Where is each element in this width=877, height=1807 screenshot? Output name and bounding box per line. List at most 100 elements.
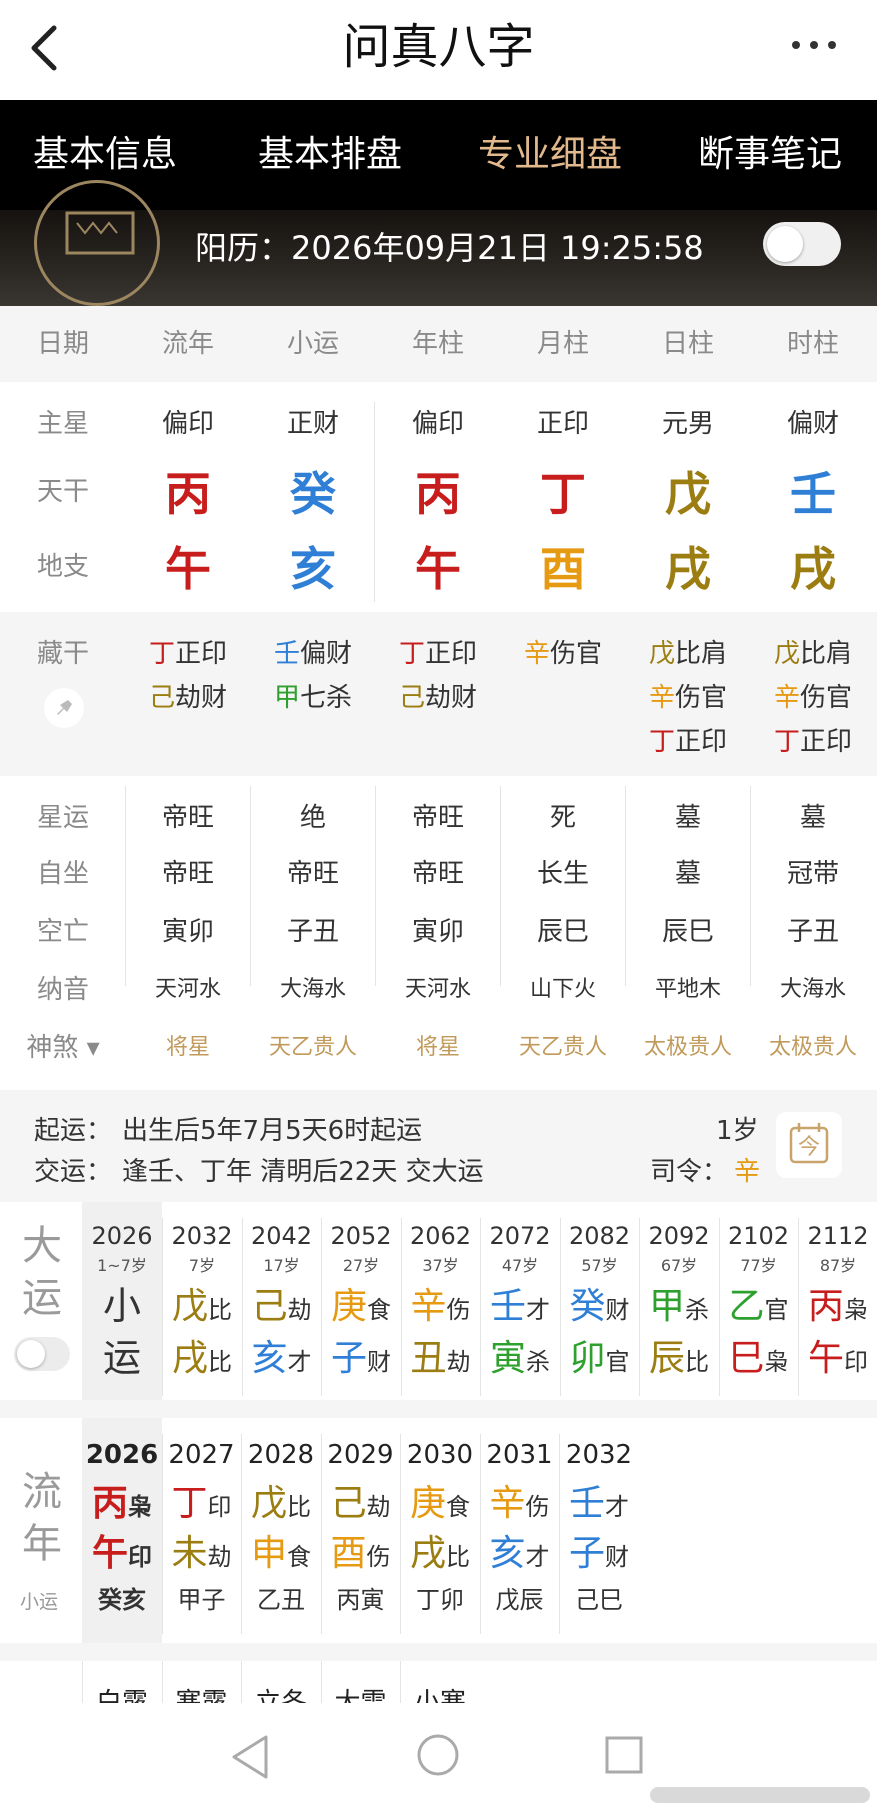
liunian-stem[interactable]: 壬才 — [559, 1480, 639, 1534]
dayun-stem[interactable]: 壬才 — [480, 1282, 560, 1338]
hidden-stem: 戊比肩 — [648, 639, 728, 669]
calendar-icon[interactable]: 今 — [776, 1112, 842, 1178]
siling-value: 辛 — [734, 1157, 761, 1187]
zizuo-cell: 冠带 — [786, 859, 839, 889]
dayun-year[interactable]: 2092 — [639, 1218, 719, 1254]
dayun-year[interactable]: 2082 — [560, 1218, 640, 1254]
row-label-shensha[interactable]: 神煞 ▾ — [0, 1026, 126, 1070]
more-dots-icon[interactable] — [786, 30, 846, 60]
dayun-branch[interactable]: 亥才 — [242, 1334, 322, 1390]
nav-home-icon[interactable] — [416, 1733, 460, 1777]
dayun-stem[interactable]: 己劫 — [242, 1282, 322, 1338]
dayun-branch[interactable]: 子财 — [321, 1334, 401, 1390]
liunian-xiaoyun: 丁卯 — [416, 1586, 464, 1614]
liunian-year[interactable]: 2029 — [321, 1434, 401, 1476]
dayun-year[interactable]: 2062 — [401, 1218, 481, 1254]
shensha-cell: 太极贵人 — [768, 1035, 857, 1060]
dayun-stem[interactable]: 辛伤 — [401, 1282, 481, 1338]
tab-basic-chart[interactable]: 基本排盘 — [230, 100, 430, 210]
row-label-xingyun: 星运 — [36, 803, 89, 833]
dayun-age: 67岁 — [660, 1256, 698, 1275]
jieqi-cell: 大雪 — [334, 1688, 387, 1705]
top-bar: 问真八字 — [0, 0, 877, 100]
kongwang-cell: 辰巳 — [661, 917, 714, 947]
liunian-year[interactable]: 2031 — [480, 1434, 560, 1476]
nav-back-icon[interactable] — [228, 1733, 272, 1781]
liunian-stem[interactable]: 丙枭 — [82, 1480, 162, 1534]
dayun-stem[interactable]: 癸财 — [560, 1282, 640, 1338]
liunian-stem[interactable]: 丁印 — [162, 1480, 242, 1534]
solar-date: 阳历：2026年09月21日 19:25:58 — [195, 229, 704, 267]
hidden-stem: 己劫财 — [148, 683, 228, 713]
xingyun-cell: 死 — [549, 803, 576, 833]
dayun-stem[interactable]: 庚食 — [321, 1282, 401, 1338]
liunian-branch[interactable]: 午印 — [82, 1530, 162, 1584]
liunian-year[interactable]: 2026 — [82, 1434, 162, 1476]
heavenly-stem: 丁 — [540, 467, 586, 521]
liunian-year[interactable]: 2027 — [162, 1434, 242, 1476]
shensha-cell: 天乙贵人 — [268, 1035, 357, 1060]
dayun-branch[interactable]: 戌比 — [162, 1334, 242, 1390]
row-label-hidden: 藏干 — [36, 639, 89, 669]
dayun-year[interactable]: 2112 — [798, 1218, 877, 1254]
nayin-cell: 大海水 — [779, 977, 846, 1002]
dayun-year[interactable]: 2032 — [162, 1218, 242, 1254]
liunian-branch[interactable]: 戌比 — [400, 1530, 480, 1584]
dayun-stem[interactable]: 戊比 — [162, 1282, 242, 1338]
dayun-branch[interactable]: 午印 — [798, 1334, 877, 1390]
hidden-stem: 辛伤官 — [523, 639, 603, 669]
dayun-branch[interactable]: 巳枭 — [719, 1334, 799, 1390]
qiyun-label: 起运： — [34, 1116, 113, 1146]
nav-recent-icon[interactable] — [604, 1735, 644, 1775]
liunian-branch[interactable]: 申食 — [241, 1530, 321, 1584]
main-star: 偏印 — [411, 409, 464, 439]
hidden-stem: 己劫财 — [398, 683, 478, 713]
pin-icon[interactable] — [42, 686, 86, 730]
dayun-branch[interactable]: 丑劫 — [401, 1334, 481, 1390]
nayin-cell: 大海水 — [279, 977, 346, 1002]
liunian-year[interactable]: 2030 — [400, 1434, 480, 1476]
earthly-branch: 午 — [165, 542, 211, 596]
tab-pro-chart[interactable]: 专业细盘 — [450, 100, 650, 210]
age-start: 1岁 — [716, 1116, 759, 1146]
kongwang-cell: 寅卯 — [411, 917, 464, 947]
dayun-branch[interactable]: 卯官 — [560, 1334, 640, 1390]
xingyun-cell: 绝 — [299, 803, 326, 833]
liunian-stem[interactable]: 辛伤 — [480, 1480, 560, 1534]
dayun-stem[interactable]: 甲杀 — [639, 1282, 719, 1338]
xingyun-cell: 帝旺 — [161, 803, 214, 833]
dayun-branch[interactable]: 寅杀 — [480, 1334, 560, 1390]
kongwang-cell: 辰巳 — [536, 917, 589, 947]
earthly-branch: 戌 — [790, 542, 836, 596]
dayun-stem[interactable]: 乙官 — [719, 1282, 799, 1338]
liunian-year[interactable]: 2032 — [559, 1434, 639, 1476]
shensha-cell: 天乙贵人 — [518, 1035, 607, 1060]
liunian-xiaoyun: 丙寅 — [336, 1586, 385, 1614]
liunian-branch[interactable]: 亥才 — [480, 1530, 560, 1584]
banner-toggle[interactable] — [763, 222, 841, 266]
liunian-xiaoyun: 癸亥 — [98, 1586, 146, 1614]
dayun-year[interactable]: 2102 — [719, 1218, 799, 1254]
dayun-year[interactable]: 2072 — [480, 1218, 560, 1254]
dayun-stem[interactable]: 丙枭 — [798, 1282, 877, 1338]
liunian-branch[interactable]: 子财 — [559, 1530, 639, 1584]
dayun-toggle[interactable] — [14, 1337, 70, 1371]
nayin-cell: 平地木 — [654, 977, 721, 1002]
dayun-year[interactable]: 2042 — [242, 1218, 322, 1254]
liunian-stem[interactable]: 戊比 — [241, 1480, 321, 1534]
dayun-branch[interactable]: 辰比 — [639, 1334, 719, 1390]
shensha-cell: 将星 — [165, 1035, 210, 1060]
liunian-stem[interactable]: 庚食 — [400, 1480, 480, 1534]
tab-notes[interactable]: 断事笔记 — [670, 100, 870, 210]
zizuo-cell: 帝旺 — [286, 859, 339, 889]
liunian-sub: 小运 — [20, 1591, 59, 1613]
hidden-stem: 丁正印 — [148, 639, 228, 669]
liunian-stem[interactable]: 己劫 — [321, 1480, 401, 1534]
liunian-year[interactable]: 2028 — [241, 1434, 321, 1476]
main-star: 偏印 — [161, 409, 214, 439]
dayun-year[interactable]: 2052 — [321, 1218, 401, 1254]
liunian-branch[interactable]: 未劫 — [162, 1530, 242, 1584]
liunian-branch[interactable]: 酉伤 — [321, 1530, 401, 1584]
nayin-cell: 天河水 — [404, 977, 471, 1002]
shensha-cell: 将星 — [415, 1035, 460, 1060]
